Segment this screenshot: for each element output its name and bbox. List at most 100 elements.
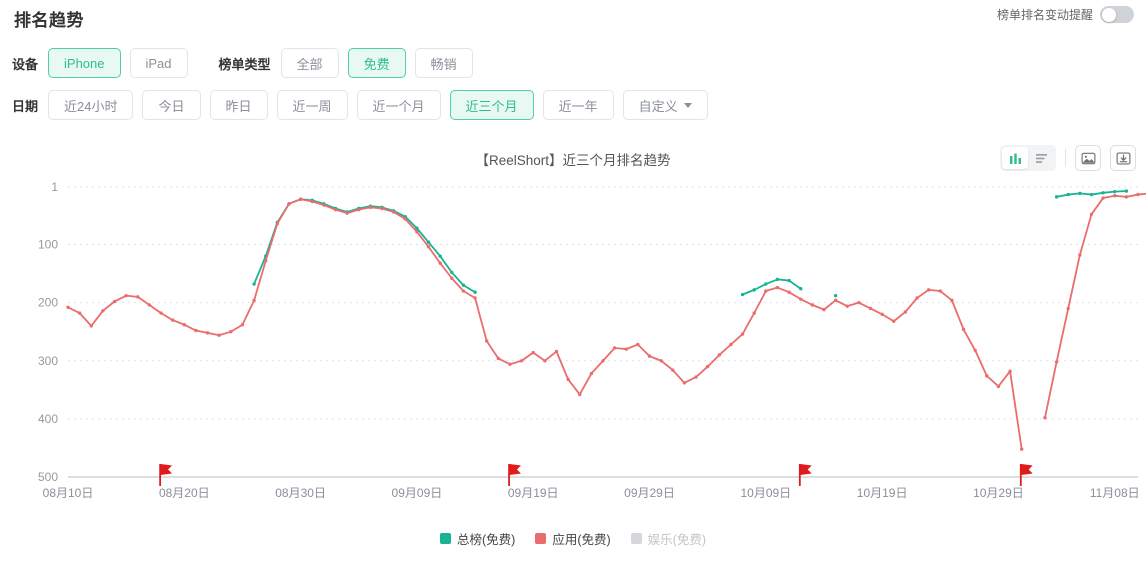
version-flag-marker[interactable] <box>508 464 521 486</box>
series-point <box>682 381 687 385</box>
series-point <box>380 206 384 211</box>
chart-title: 【ReelShort】近三个月排名趋势 <box>475 153 671 168</box>
series-point <box>252 282 256 286</box>
series-line <box>741 278 802 296</box>
series-point <box>717 353 721 357</box>
ranking-alert-control[interactable]: 榜单排名变动提醒 <box>997 6 1134 23</box>
date-option-today[interactable]: 今日 <box>142 90 201 120</box>
series-point <box>833 298 838 303</box>
rank-trend-chart[interactable]: 1 100 200 300 400 500 08月10日 08月20日 08月30日 09月09日… <box>0 175 1146 530</box>
series-point <box>740 292 745 297</box>
page-title: 排名趋势 <box>14 11 84 30</box>
series-line <box>1044 192 1146 419</box>
ranking-alert-label: 榜单排名变动提醒 <box>996 8 1093 22</box>
series-point <box>438 261 442 265</box>
y-axis-tick-label: 1 <box>51 180 58 194</box>
series-point <box>496 356 501 361</box>
y-axis-tick-label: 400 <box>38 412 58 426</box>
series-point <box>926 288 931 292</box>
series-point <box>543 359 547 363</box>
chart-toolbar <box>1000 145 1136 171</box>
device-option-ipad[interactable]: iPad <box>129 48 188 78</box>
series-point <box>1078 253 1082 257</box>
date-filter-label: 日期 <box>12 98 39 114</box>
series-point <box>624 347 628 351</box>
x-axis-tick-label: 09月19日 <box>508 486 559 500</box>
series-point <box>310 199 314 204</box>
download-icon[interactable] <box>1110 145 1136 171</box>
series-point <box>740 332 745 336</box>
series-point <box>531 350 535 355</box>
series-point <box>345 211 349 215</box>
x-axis-tick-label: 11月08日 <box>1090 486 1140 500</box>
series-point <box>880 312 884 316</box>
series-point <box>298 197 303 201</box>
series-point <box>775 285 780 290</box>
toggle-knob-icon <box>1101 7 1116 22</box>
series-point <box>938 289 942 293</box>
date-option-custom[interactable]: 自定义 <box>622 90 708 120</box>
series-point <box>996 384 1001 389</box>
series-point <box>787 278 791 283</box>
series-point <box>473 290 477 294</box>
date-option-24h[interactable]: 近24小时 <box>48 90 134 120</box>
series-point <box>252 298 256 303</box>
list-lines-icon[interactable] <box>1028 147 1054 169</box>
image-export-icon[interactable] <box>1075 145 1101 171</box>
ranking-trend-page: 排名趋势 榜单排名变动提醒 设备 iPhone iPad 榜单类型 全部 免费 … <box>0 0 1146 566</box>
date-option-month[interactable]: 近一个月 <box>356 90 441 120</box>
date-option-year[interactable]: 近一年 <box>542 90 614 120</box>
series-point <box>903 310 908 314</box>
series-point <box>264 259 268 263</box>
series-point <box>333 207 338 212</box>
date-option-yesterday[interactable]: 昨日 <box>209 90 268 120</box>
series-point <box>287 202 291 206</box>
series-point <box>764 282 768 286</box>
version-flag-marker[interactable] <box>159 464 173 486</box>
listtype-option-free[interactable]: 免费 <box>347 48 406 78</box>
series-point <box>485 339 489 343</box>
series-point <box>671 368 675 372</box>
series-point <box>124 293 128 298</box>
date-option-week[interactable]: 近一周 <box>276 90 348 120</box>
x-axis-tick-label: 10月19日 <box>857 486 908 500</box>
series-point <box>554 349 559 354</box>
legend-item-total[interactable]: 总榜(免费) <box>440 529 515 548</box>
series-point <box>1124 195 1129 199</box>
series-point <box>415 230 419 234</box>
series-point <box>578 392 582 397</box>
series-point <box>1113 194 1117 198</box>
series-point <box>275 221 280 226</box>
x-axis-tick-label: 08月10日 <box>43 486 94 500</box>
series-point <box>473 296 477 300</box>
series-point <box>426 240 431 244</box>
series-point <box>647 354 652 358</box>
series-point <box>636 342 640 347</box>
ranking-alert-toggle[interactable] <box>1100 6 1134 23</box>
filter-row-date: 日期 近24小时 今日 昨日 近一周 近一个月 近三个月 近一年 自定义 <box>12 90 717 120</box>
version-flag-marker[interactable] <box>798 464 812 486</box>
listtype-option-grossing[interactable]: 畅销 <box>414 48 473 78</box>
legend-label: 总榜(免费) <box>457 533 516 547</box>
series-point <box>833 293 838 298</box>
series-point <box>66 305 70 309</box>
bar-chart-icon[interactable] <box>1002 147 1028 169</box>
series-point <box>368 205 373 210</box>
series-point <box>775 277 780 282</box>
legend-item-app[interactable]: 应用(免费) <box>535 529 611 548</box>
series-line <box>67 198 1023 451</box>
series-point <box>612 346 617 350</box>
series-point <box>147 303 152 307</box>
listtype-option-all[interactable]: 全部 <box>280 48 339 78</box>
series-point <box>659 359 663 363</box>
series-point <box>589 371 594 376</box>
date-option-three-months[interactable]: 近三个月 <box>449 90 534 120</box>
y-axis-tick-label: 500 <box>38 470 58 484</box>
device-option-iphone[interactable]: iPhone <box>48 48 121 78</box>
series-point <box>764 289 768 293</box>
version-flag-marker[interactable] <box>1019 464 1033 486</box>
series-point <box>450 276 454 280</box>
x-axis-tick-label: 09月29日 <box>624 486 675 500</box>
series-point <box>438 254 442 258</box>
legend-item-entertainment[interactable]: 娱乐(免费) <box>630 529 706 548</box>
